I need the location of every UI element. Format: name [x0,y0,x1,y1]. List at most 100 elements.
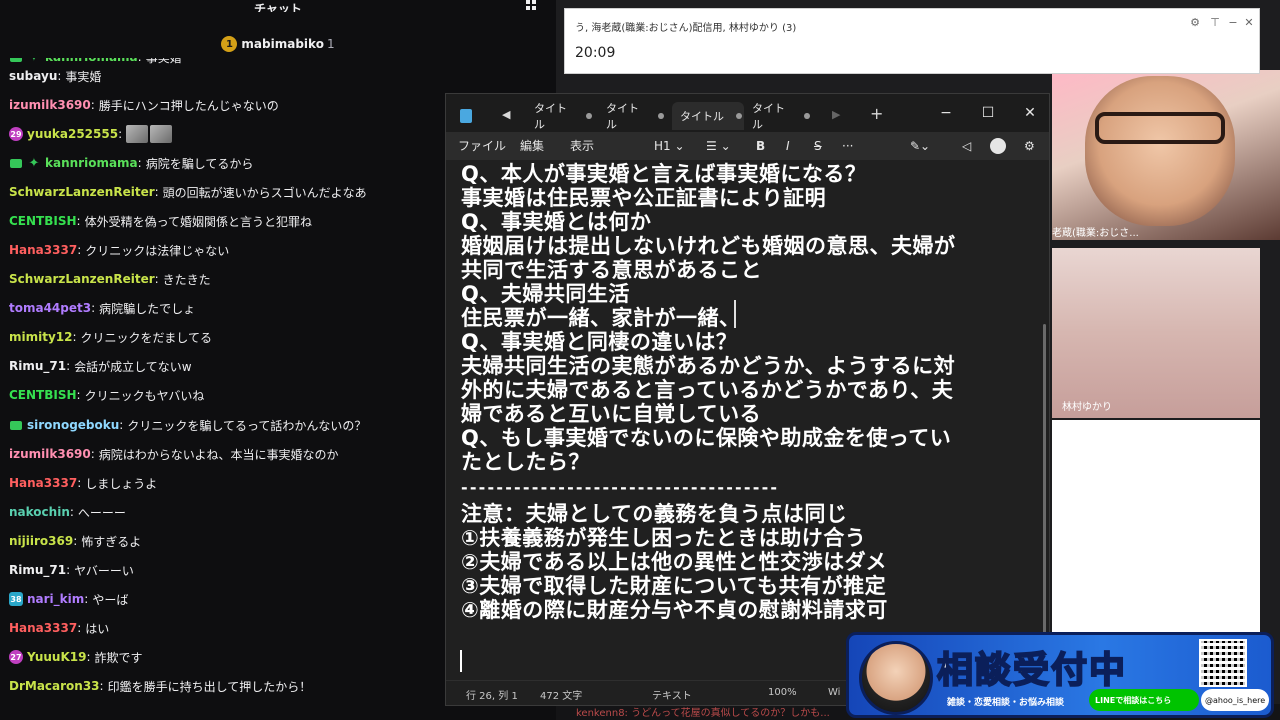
new-tab-icon[interactable]: + [870,104,883,123]
chat-text: やーば [92,592,129,607]
chat-colon: : [66,563,71,577]
chat-title: チャット [254,2,302,12]
x-handle[interactable]: @ahoo_is_here [1201,689,1269,711]
chat-text: 勝手にハンコ押したんじゃないの [98,98,279,113]
chat-username[interactable]: SchwarzLanzenReiter [9,185,155,199]
more-icon[interactable]: ··· [842,138,853,154]
top-gifter-bar[interactable]: 1 mabimabiko 1 [0,30,556,58]
video-tile-2 [1052,248,1260,418]
chat-username[interactable]: yuuka252555 [27,127,118,141]
scroll-left-icon[interactable]: ◀ [502,108,510,121]
chat-text: 事実婚 [65,69,102,84]
banner-title-a: 相談 [936,649,1014,692]
consultation-banner: 相談受付中 雑談・恋愛相談・お悩み相談 LINEで相談はこちら @ahoo_is… [846,632,1274,718]
chat-colon: : [73,534,78,548]
heading-dropdown[interactable]: H1 ⌄ [654,138,685,154]
zoom-level[interactable]: 100% [768,687,797,698]
settings-icon[interactable]: ⚙ [1024,138,1035,154]
notepad-tabbar: ◀ タイトル タイトル タイトル タイトル ▶ + − ☐ ✕ [446,94,1049,132]
subscriber-badge-icon [9,418,23,432]
account-icon[interactable] [990,138,1006,154]
settings-icon[interactable]: ⚙ [1189,17,1201,29]
chat-colon: : [154,272,159,286]
editor-line: 住民票が一緒、家計が一緒、 [461,306,741,330]
rank-badge: 1 [221,36,238,52]
chat-colon: : [90,447,95,461]
chat-username[interactable]: YuuuK19 [27,650,86,664]
users-icon[interactable] [526,0,540,10]
strikethrough-icon[interactable]: S [814,138,822,154]
tab-1[interactable]: タイトル [526,102,592,131]
gift-badge-icon: ✦ [27,58,41,65]
chat-username[interactable]: nakochin [9,505,70,519]
line-button[interactable]: LINEで相談はこちら [1089,689,1199,711]
chat-colon: : [84,592,89,606]
chat-username[interactable]: Hana3337 [9,476,77,490]
chat-username[interactable]: Hana3337 [9,621,77,635]
level-badge-icon: 38 [9,592,23,606]
chat-username[interactable]: DrMacaron33 [9,679,100,693]
chat-colon: : [76,388,81,402]
unsaved-dot-icon [804,113,810,119]
chat-username[interactable]: toma44pet3 [9,301,91,315]
chat-username[interactable]: SchwarzLanzenReiter [9,272,155,286]
scrollbar[interactable] [1043,324,1046,654]
editor-line: 共同で生活する意思があること [461,258,762,282]
editor-line: 外的に夫婦であると言っているかどうかであり、夫 [461,378,954,402]
chat-text: ヤバーーい [74,563,134,578]
chat-username[interactable]: izumilk3690 [9,98,91,112]
video-tile-2-name: 林村ゆかり [1062,402,1112,413]
chat-username[interactable]: CENTBISH [9,388,77,402]
chat-colon: : [154,185,159,199]
pin-icon[interactable]: ⊤ [1209,17,1221,29]
character-avatar [859,641,933,715]
chat-username[interactable]: kannriomama [45,156,138,170]
participant-face [1085,76,1235,226]
italic-icon[interactable]: I [786,138,790,154]
chat-username[interactable]: subayu [9,69,57,83]
chat-text: クリニックもヤバいね [84,388,205,403]
chat-text: へーーー [77,505,126,520]
editor-line: ------------------------------------ [461,478,780,497]
minimize-icon[interactable]: − [1227,17,1239,29]
tab-label: タイトル [680,110,724,123]
chat-message[interactable]: subayu: 事実婚 [0,65,556,87]
tab-3-active[interactable]: タイトル [672,102,744,130]
share-icon[interactable]: ◁ [962,138,971,154]
minimize-icon[interactable]: − [926,102,966,124]
chat-text: 頭の回転が速いからスゴいんだよなあ [162,185,367,200]
close-icon[interactable]: ✕ [1243,17,1255,29]
menu-edit[interactable]: 編集 [520,132,544,160]
chat-username[interactable]: Rimu_71 [9,359,66,373]
chat-username[interactable]: kannriomama [45,58,138,64]
unsaved-dot-icon [658,113,664,119]
chat-username[interactable]: izumilk3690 [9,447,91,461]
gift-badge-icon: ✦ [28,155,40,171]
banner-title-b: 受付中 [1012,649,1128,692]
chat-username[interactable]: nijiiro369 [9,534,73,548]
chat-text: はい [85,621,110,636]
text-editor[interactable]: Q、本人が事実婚と言えば事実婚になる？ 事実婚は住民票や公正証書により証明 Q、事実… [446,160,1049,680]
chat-username[interactable]: Hana3337 [9,243,77,257]
list-icon[interactable]: ☰ ⌄ [706,138,731,154]
scroll-right-icon[interactable]: ▶ [832,108,840,121]
tab-label: タイトル [752,102,785,131]
copilot-icon[interactable]: ✎⌄ [910,138,930,154]
menu-view[interactable]: 表示 [570,132,594,160]
menu-file[interactable]: ファイル [458,132,506,160]
subscriber-badge-icon [9,58,23,64]
close-icon[interactable]: ✕ [1010,102,1050,124]
chat-username[interactable]: sironogeboku [27,418,119,432]
tab-4[interactable]: タイトル [744,102,810,131]
text-cursor [460,650,462,672]
chat-username[interactable]: CENTBISH [9,214,77,228]
maximize-icon[interactable]: ☐ [968,102,1008,124]
tab-2[interactable]: タイトル [598,102,664,131]
bold-icon[interactable]: B [756,138,765,154]
format-label[interactable]: テキスト [652,687,692,702]
chat-username[interactable]: nari_kim [27,592,84,606]
editor-line: 注意：夫婦としての義務を負う点は同じ [461,502,848,526]
chat-username[interactable]: Rimu_71 [9,563,66,577]
line-ending: Wi [828,687,841,698]
chat-username[interactable]: mimity12 [9,330,73,344]
